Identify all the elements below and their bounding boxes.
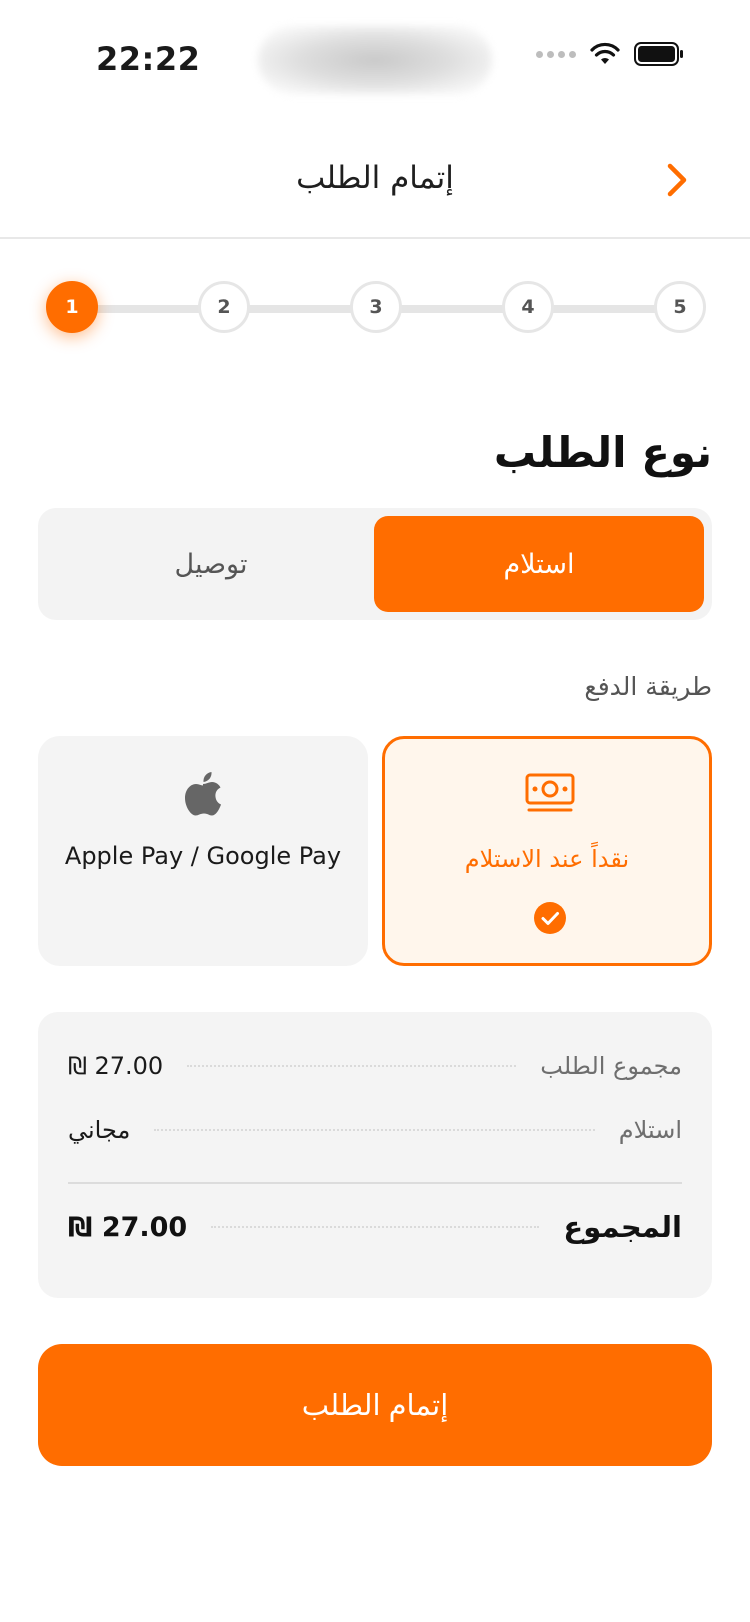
dotted-leader: [187, 1065, 517, 1067]
order-type-toggle: استلام توصيل: [38, 508, 712, 620]
chevron-right-icon[interactable]: [658, 156, 698, 204]
battery-icon: [634, 42, 683, 66]
pickup-fee-row: استلام مجاني: [68, 1116, 682, 1144]
subtotal-value: ₪ 27.00: [68, 1052, 164, 1080]
payment-method-label: طريقة الدفع: [584, 672, 712, 701]
step-5: 5: [654, 281, 706, 333]
cash-option-label: نقداً عند الاستلام: [464, 845, 630, 873]
dotted-leader: [154, 1129, 595, 1131]
total-label: المجموع: [563, 1210, 682, 1244]
wifi-icon: [590, 42, 620, 64]
status-indicators: [536, 42, 684, 66]
cash-on-pickup-card[interactable]: نقداً عند الاستلام: [382, 736, 712, 966]
check-circle-icon: [534, 902, 566, 934]
checkout-screen: 22:22 إتمام الطلب 1 2 3 4 5 نوع الطلب اس…: [0, 0, 750, 1622]
order-type-title: نوع الطلب: [493, 428, 712, 477]
dynamic-island: [258, 26, 492, 94]
step-3: 3: [350, 281, 402, 333]
wallet-pay-card[interactable]: Apple Pay / Google Pay: [38, 736, 368, 966]
step-1: 1: [46, 281, 98, 333]
pickup-fee-value: مجاني: [68, 1116, 131, 1144]
page-header: إتمام الطلب: [0, 120, 750, 239]
cellular-signal-icon: [536, 50, 576, 58]
complete-order-button[interactable]: إتمام الطلب: [38, 1344, 712, 1466]
delivery-option-button[interactable]: توصيل: [46, 516, 376, 612]
cash-icon: [525, 773, 575, 812]
dotted-leader: [211, 1226, 540, 1228]
subtotal-label: مجموع الطلب: [540, 1052, 682, 1080]
step-4: 4: [502, 281, 554, 333]
checkout-stepper: 1 2 3 4 5: [46, 280, 706, 336]
pickup-option-button[interactable]: استلام: [374, 516, 704, 612]
status-bar: 22:22: [0, 0, 750, 120]
apple-icon: [185, 772, 221, 816]
wallet-option-label: Apple Pay / Google Pay: [64, 842, 342, 870]
step-2: 2: [198, 281, 250, 333]
summary-divider: [68, 1182, 682, 1184]
pickup-fee-label: استلام: [618, 1116, 682, 1144]
total-value: ₪ 27.00: [68, 1211, 188, 1243]
page-title: إتمام الطلب: [296, 160, 454, 196]
order-summary: مجموع الطلب ₪ 27.00 استلام مجاني المجموع…: [38, 1012, 712, 1298]
status-time: 22:22: [96, 40, 201, 78]
subtotal-row: مجموع الطلب ₪ 27.00: [68, 1052, 682, 1080]
total-row: المجموع ₪ 27.00: [68, 1210, 682, 1244]
